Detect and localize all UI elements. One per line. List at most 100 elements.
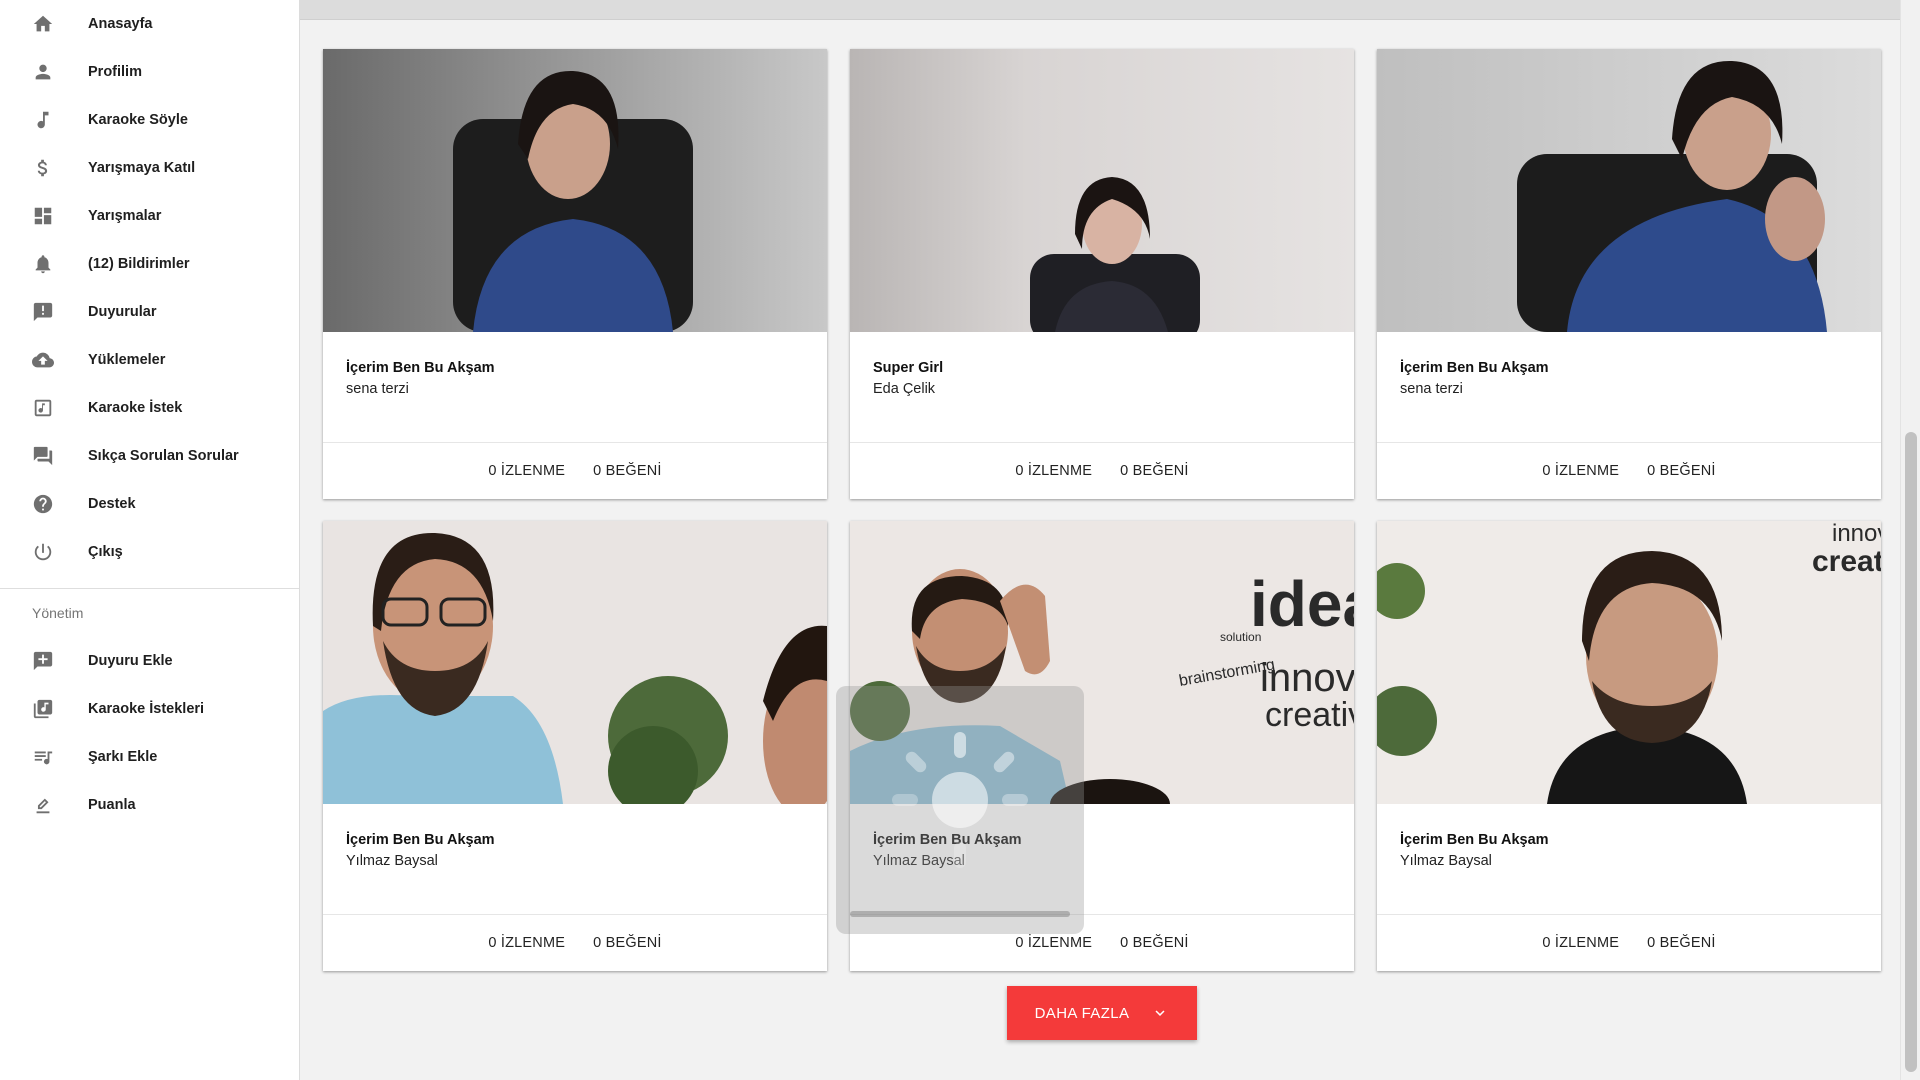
card-info: Super Girl Eda Çelik <box>850 332 1354 443</box>
sidebar-item-home[interactable]: Anasayfa <box>0 0 299 48</box>
load-more-label: DAHA FAZLA <box>1034 1004 1130 1022</box>
singer-name: sena terzi <box>346 381 409 397</box>
svg-text:idea: idea <box>1250 568 1354 640</box>
sidebar-item-sing-karaoke[interactable]: Karaoke Söyle <box>0 96 299 144</box>
sidebar-item-announcements[interactable]: Duyurular <box>0 288 299 336</box>
chevron-down-icon <box>1155 1010 1165 1016</box>
add-box-icon <box>0 650 88 672</box>
playlist-add-icon <box>0 746 88 768</box>
sidebar-item-join-contest[interactable]: Yarışmaya Katıl <box>0 144 299 192</box>
sidebar-item-label: Anasayfa <box>88 16 153 32</box>
sidebar-item-label: (12) Bildirimler <box>88 256 190 272</box>
sidebar-item-label: Duyurular <box>88 304 157 320</box>
cloud-upload-icon <box>0 349 88 371</box>
main-nav: Anasayfa Profilim Karaoke Söyle Yarışmay… <box>0 0 299 576</box>
sidebar-item-karaoke-request[interactable]: Karaoke İstek <box>0 384 299 432</box>
card-info: İçerim Ben Bu Akşam Yılmaz Baysal <box>323 804 827 915</box>
video-thumbnail[interactable] <box>323 49 827 332</box>
song-title: Super Girl <box>873 360 944 376</box>
loading-overlay <box>836 686 1084 934</box>
library-music-icon <box>0 698 88 720</box>
person-icon <box>0 61 88 83</box>
song-title: İçerim Ben Bu Akşam <box>1400 360 1549 376</box>
sidebar-item-label: Puanla <box>88 797 136 813</box>
card-actions: 0 İZLENME 0 BEĞENİ <box>850 443 1354 499</box>
load-more-button[interactable]: DAHA FAZLA <box>1007 986 1197 1040</box>
page-scrollbar[interactable] <box>1900 0 1920 1080</box>
forum-icon <box>0 445 88 467</box>
video-thumbnail[interactable] <box>850 49 1354 332</box>
sidebar-item-label: Şarkı Ekle <box>88 749 158 765</box>
video-card[interactable]: İçerim Ben Bu Akşam sena terzi 0 İZLENME… <box>323 49 827 499</box>
dollar-icon <box>0 157 88 179</box>
song-title: İçerim Ben Bu Akşam <box>346 832 495 848</box>
likes-count[interactable]: 0 BEĞENİ <box>1647 935 1716 951</box>
song-title: İçerim Ben Bu Akşam <box>1400 832 1549 848</box>
sidebar-item-notifications[interactable]: (12) Bildirimler <box>0 240 299 288</box>
sidebar-item-profile[interactable]: Profilim <box>0 48 299 96</box>
loading-progress-bar <box>850 911 1070 917</box>
sidebar-item-faq[interactable]: Sıkça Sorulan Sorular <box>0 432 299 480</box>
home-icon <box>0 13 88 35</box>
views-count[interactable]: 0 İZLENME <box>488 935 565 951</box>
sidebar-item-karaoke-requests[interactable]: Karaoke İstekleri <box>0 685 299 733</box>
likes-count[interactable]: 0 BEĞENİ <box>1647 463 1716 479</box>
video-card[interactable]: İçerim Ben Bu Akşam Yılmaz Baysal 0 İZLE… <box>323 521 827 971</box>
likes-count[interactable]: 0 BEĞENİ <box>593 935 662 951</box>
sidebar-item-label: Duyuru Ekle <box>88 653 173 669</box>
video-thumbnail[interactable] <box>323 521 827 804</box>
sidebar: Anasayfa Profilim Karaoke Söyle Yarışmay… <box>0 0 300 1080</box>
singer-name: sena terzi <box>1400 381 1463 397</box>
main-content: İçerim Ben Bu Akşam sena terzi 0 İZLENME… <box>300 0 1900 1080</box>
video-thumbnail[interactable]: creative innov <box>1377 521 1881 804</box>
video-card[interactable]: Super Girl Eda Çelik 0 İZLENME 0 BEĞENİ <box>850 49 1354 499</box>
sidebar-item-contests[interactable]: Yarışmalar <box>0 192 299 240</box>
sidebar-item-label: Yarışmalar <box>88 208 162 224</box>
sidebar-item-label: Karaoke İstekleri <box>88 701 205 717</box>
music-note-icon <box>0 109 88 131</box>
card-actions: 0 İZLENME 0 BEĞENİ <box>1377 443 1881 499</box>
top-strip <box>300 0 1900 20</box>
power-icon <box>0 541 88 563</box>
singer-name: Yılmaz Baysal <box>1400 853 1492 869</box>
card-info: İçerim Ben Bu Akşam sena terzi <box>1377 332 1881 443</box>
sidebar-item-label: Sıkça Sorulan Sorular <box>88 448 239 464</box>
video-card[interactable]: İçerim Ben Bu Akşam sena terzi 0 İZLENME… <box>1377 49 1881 499</box>
likes-count[interactable]: 0 BEĞENİ <box>1120 463 1189 479</box>
sidebar-item-label: Çıkış <box>88 544 123 560</box>
sidebar-item-support[interactable]: Destek <box>0 480 299 528</box>
sidebar-item-rate[interactable]: Puanla <box>0 781 299 829</box>
sidebar-item-uploads[interactable]: Yüklemeler <box>0 336 299 384</box>
singer-name: Yılmaz Baysal <box>346 853 438 869</box>
sidebar-item-add-song[interactable]: Şarkı Ekle <box>0 733 299 781</box>
views-count[interactable]: 0 İZLENME <box>1015 463 1092 479</box>
views-count[interactable]: 0 İZLENME <box>488 463 565 479</box>
song-title: İçerim Ben Bu Akşam <box>346 360 495 376</box>
likes-count[interactable]: 0 BEĞENİ <box>1120 935 1189 951</box>
likes-count[interactable]: 0 BEĞENİ <box>593 463 662 479</box>
views-count[interactable]: 0 İZLENME <box>1015 935 1092 951</box>
video-card[interactable]: creative innov İçerim Ben Bu Akşam Yılma… <box>1377 521 1881 971</box>
announcement-icon <box>0 301 88 323</box>
svg-text:creative: creative <box>1812 545 1881 578</box>
sidebar-item-label: Karaoke Söyle <box>88 112 188 128</box>
scrollbar-thumb[interactable] <box>1905 432 1917 1072</box>
spinner-icon <box>892 732 1028 868</box>
card-actions: 0 İZLENME 0 BEĞENİ <box>323 443 827 499</box>
card-actions: 0 İZLENME 0 BEĞENİ <box>323 915 827 971</box>
admin-nav: Duyuru Ekle Karaoke İstekleri Şarkı Ekle… <box>0 637 299 829</box>
sidebar-item-label: Yüklemeler <box>88 352 166 368</box>
svg-text:creative: creative <box>1265 696 1354 734</box>
svg-text:solution: solution <box>1220 630 1261 644</box>
singer-name: Eda Çelik <box>873 381 936 397</box>
dashboard-icon <box>0 205 88 227</box>
svg-text:innov: innov <box>1832 521 1881 547</box>
views-count[interactable]: 0 İZLENME <box>1542 935 1619 951</box>
sidebar-item-add-announcement[interactable]: Duyuru Ekle <box>0 637 299 685</box>
sidebar-item-label: Destek <box>88 496 136 512</box>
music-box-icon <box>0 397 88 419</box>
sidebar-item-logout[interactable]: Çıkış <box>0 528 299 576</box>
video-thumbnail[interactable] <box>1377 49 1881 332</box>
views-count[interactable]: 0 İZLENME <box>1542 463 1619 479</box>
card-actions: 0 İZLENME 0 BEĞENİ <box>1377 915 1881 971</box>
